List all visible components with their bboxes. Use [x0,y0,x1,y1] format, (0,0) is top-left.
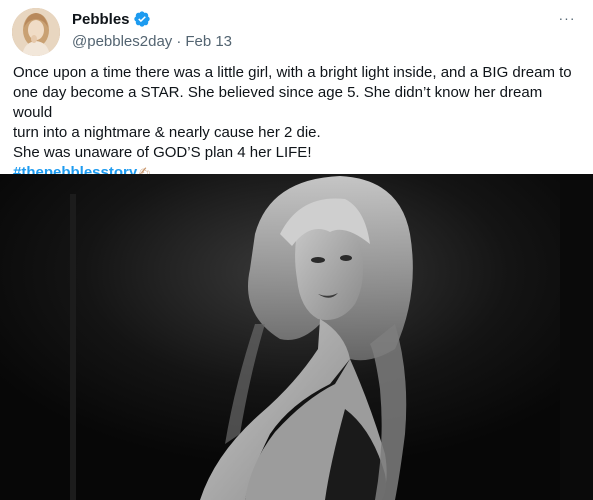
tweet-text: Once upon a time there was a little girl… [13,63,583,183]
handle-row: @pebbles2day · Feb 13 [72,31,581,51]
more-options-button[interactable]: ··· [555,8,579,28]
tweet-text-line: one day become a STAR. She believed sinc… [13,84,543,121]
tweet-text-line: turn into a nightmare & nearly cause her… [13,124,321,141]
tweet-text-line: She was unaware of GOD’S plan 4 her LIFE… [13,144,312,161]
name-row: Pebbles [72,9,581,29]
tweet-header: Pebbles @pebbles2day · Feb 13 [72,9,581,51]
avatar[interactable] [12,8,60,56]
tweet-date[interactable]: Feb 13 [185,33,232,50]
user-handle[interactable]: @pebbles2day [72,33,172,50]
more-horizontal-icon: ··· [558,10,576,26]
tweet-media-image[interactable] [0,174,593,500]
tweet[interactable]: Pebbles @pebbles2day · Feb 13 ··· Once u… [0,0,593,500]
verified-badge-icon [133,10,151,28]
tweet-text-line: Once upon a time there was a little girl… [13,64,572,81]
separator-dot: · [176,32,182,50]
display-name[interactable]: Pebbles [72,11,130,28]
